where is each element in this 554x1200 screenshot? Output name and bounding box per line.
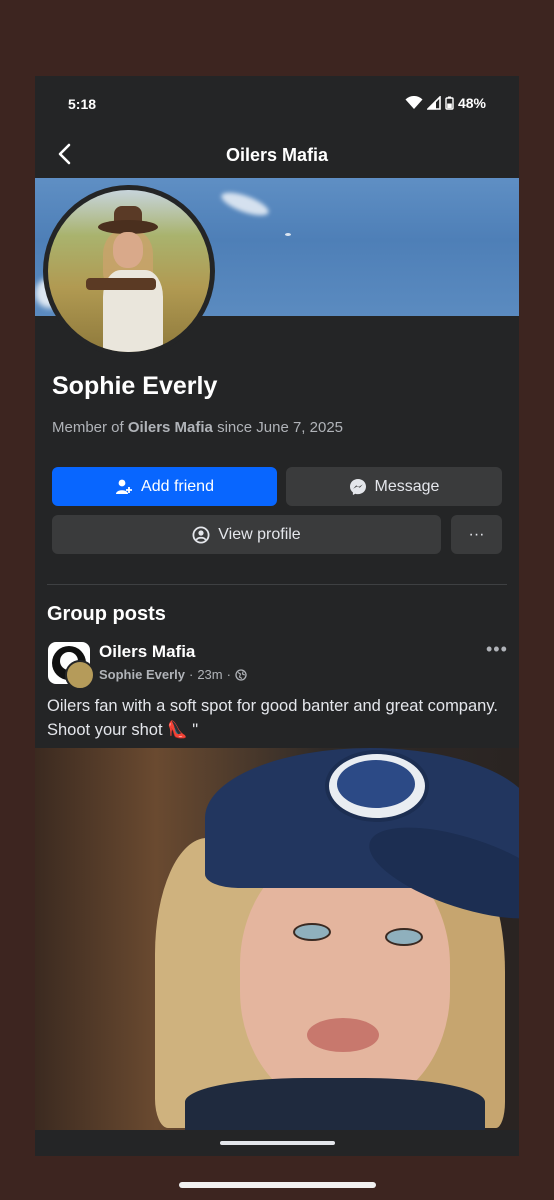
top-bar: Oilers Mafia — [35, 130, 519, 178]
status-time: 5:18 — [68, 96, 97, 112]
post-text: Oilers fan with a soft spot for good ban… — [47, 697, 498, 739]
member-prefix: Member of — [52, 419, 128, 436]
message-button[interactable]: Message — [286, 467, 502, 506]
post-more-icon[interactable]: ••• — [486, 639, 508, 660]
post-time[interactable]: 23m — [197, 667, 222, 682]
meta-separator: · — [226, 667, 231, 682]
globe-icon — [235, 668, 247, 681]
status-bar: 5:18 48% — [35, 76, 519, 130]
phone-screen: 5:18 48% Oilers Mafia Sophie Everly Memb… — [35, 76, 519, 1156]
avatar-photo — [48, 190, 210, 352]
home-indicator[interactable] — [220, 1141, 335, 1145]
author-avatar[interactable] — [65, 660, 95, 690]
add-friend-label: Add friend — [141, 477, 214, 495]
post-photo[interactable] — [35, 748, 519, 1130]
status-icons: 48% — [405, 95, 486, 111]
view-profile-label: View profile — [218, 525, 301, 543]
add-person-icon — [116, 479, 133, 494]
section-divider — [47, 584, 507, 585]
more-options-button[interactable]: ··· — [451, 515, 502, 554]
photo-lips — [307, 1018, 379, 1052]
page-title: Oilers Mafia — [225, 145, 329, 165]
battery-level: 48% — [457, 95, 486, 111]
more-options-label: ··· — [468, 525, 485, 543]
post-meta: Sophie Everly · 23m · — [99, 667, 247, 682]
profile-circle-icon — [192, 526, 210, 543]
profile-avatar[interactable] — [43, 185, 215, 357]
signal-icon — [426, 96, 441, 110]
outer-home-indicator — [179, 1182, 376, 1188]
post-group-name[interactable]: Oilers Mafia — [99, 642, 195, 662]
photo-eye-right — [385, 928, 423, 946]
post-author[interactable]: Sophie Everly — [99, 667, 185, 682]
meta-separator: · — [188, 667, 194, 682]
view-profile-button[interactable]: View profile — [52, 515, 441, 554]
profile-name: Sophie Everly — [52, 372, 218, 400]
member-suffix: since June 7, 2025 — [212, 419, 343, 436]
photo-eye-left — [293, 923, 331, 941]
section-title: Group posts — [47, 603, 166, 625]
member-since: Member of Oilers Mafia since June 7, 202… — [52, 419, 343, 436]
add-friend-button[interactable]: Add friend — [52, 467, 277, 506]
avatar-chair — [86, 278, 156, 290]
wifi-icon — [405, 96, 423, 109]
messenger-icon — [349, 478, 366, 495]
photo-cap-logo-inner — [337, 760, 415, 808]
message-label: Message — [374, 477, 440, 495]
cover-cloud — [218, 187, 272, 221]
cover-cloud — [285, 233, 291, 236]
battery-icon — [445, 96, 454, 110]
member-group[interactable]: Oilers Mafia — [128, 419, 213, 436]
avatar-face — [113, 232, 143, 268]
photo-shirt — [185, 1078, 485, 1130]
